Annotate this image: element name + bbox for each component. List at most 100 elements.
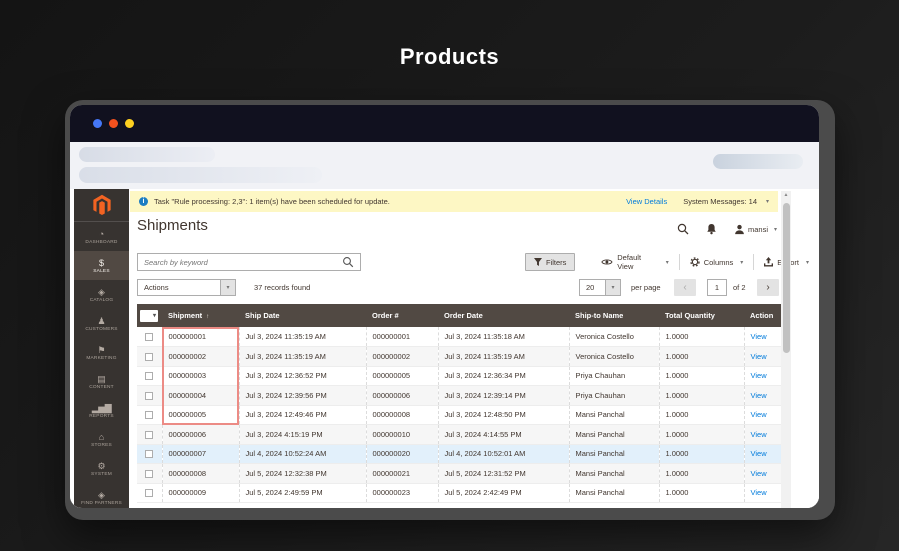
- column-header-shipment[interactable]: Shipment ↑: [162, 304, 239, 327]
- column-header-ship-date[interactable]: Ship Date: [239, 304, 366, 327]
- row-checkbox[interactable]: [145, 372, 154, 381]
- actions-dropdown[interactable]: Actions ▾: [137, 279, 236, 296]
- row-checkbox[interactable]: [145, 489, 154, 498]
- previous-page-button[interactable]: ‹: [674, 279, 696, 296]
- records-found: 37 records found: [254, 283, 311, 292]
- scroll-up-icon[interactable]: ▲: [781, 192, 791, 198]
- view-link[interactable]: View: [751, 488, 767, 497]
- magento-logo-icon[interactable]: [74, 189, 129, 222]
- cell-qty: 1.0000: [658, 424, 744, 445]
- cell-name: Veronica Costello: [568, 346, 659, 367]
- cell-name: Mansi Panchal: [568, 483, 659, 503]
- sort-ascending-icon: ↑: [206, 314, 210, 320]
- cell-ship_date: Jul 3, 2024 11:35:19 AM: [238, 346, 366, 367]
- sidebar-item-label: MARKETING: [86, 355, 117, 361]
- row-checkbox[interactable]: [145, 450, 154, 459]
- chevron-down-icon: ▾: [220, 280, 235, 295]
- page-title: Products: [399, 44, 500, 69]
- cell-shipment: 000000002: [161, 346, 239, 367]
- cell-order_date: Jul 5, 2024 12:31:52 PM: [437, 463, 569, 484]
- view-link[interactable]: View: [751, 332, 767, 341]
- sidebar-item-stores[interactable]: ⌂ STORES: [74, 425, 129, 454]
- cell-order_date: Jul 3, 2024 12:36:34 PM: [437, 366, 569, 386]
- tab-placeholder: [79, 147, 215, 162]
- table-row: 000000002 Jul 3, 2024 11:35:19 AM 00000000…: [137, 346, 782, 367]
- view-link[interactable]: View: [751, 352, 767, 361]
- table-row: 000000009 Jul 5, 2024 2:49:59 PM 000000023…: [137, 483, 782, 503]
- row-checkbox[interactable]: [145, 469, 154, 478]
- view-link[interactable]: View: [751, 449, 767, 458]
- content-icon: ▤: [97, 373, 106, 384]
- system-messages-count[interactable]: System Messages: 14: [683, 197, 757, 206]
- chevron-down-icon: ▾: [665, 259, 669, 266]
- account-menu[interactable]: mansi ▾: [734, 224, 777, 235]
- eye-icon: [601, 259, 613, 265]
- sidebar-item-find-partners[interactable]: ◈ FIND PARTNERS: [74, 483, 129, 508]
- page-number-input[interactable]: [707, 279, 727, 296]
- view-link[interactable]: View: [751, 371, 767, 380]
- row-checkbox[interactable]: [145, 411, 154, 420]
- select-all-dropdown[interactable]: ▾: [140, 309, 158, 322]
- view-details-link[interactable]: View Details: [626, 197, 667, 206]
- view-link[interactable]: View: [751, 410, 767, 419]
- actions-label: Actions: [144, 283, 169, 292]
- per-page-dropdown[interactable]: 20 ▾: [579, 279, 621, 296]
- vertical-scrollbar[interactable]: ▲: [781, 191, 791, 508]
- cell-ship_date: Jul 5, 2024 12:32:38 PM: [238, 463, 366, 484]
- sidebar-item-catalog[interactable]: ◈ CATALOG: [74, 280, 129, 309]
- cell-order: 000000020: [365, 444, 438, 464]
- cell-name: Priya Chauhan: [568, 366, 659, 386]
- cell-qty: 1.0000: [658, 444, 744, 464]
- column-header-ship-to-name[interactable]: Ship-to Name: [569, 304, 659, 327]
- cell-qty: 1.0000: [658, 366, 744, 386]
- sidebar-item-reports[interactable]: ▂▅▇ REPORTS: [74, 396, 129, 425]
- cell-order_date: Jul 5, 2024 2:42:49 PM: [437, 483, 569, 503]
- view-link[interactable]: View: [751, 391, 767, 400]
- scrollbar-thumb[interactable]: [782, 203, 790, 353]
- cell-order: 000000010: [365, 424, 438, 445]
- customers-icon: ♟: [97, 315, 106, 326]
- view-link[interactable]: View: [751, 469, 767, 478]
- sidebar-item-label: DASHBOARD: [85, 239, 118, 245]
- default-view-button[interactable]: Default View ▾: [591, 253, 678, 271]
- sidebar-item-content[interactable]: ▤ CONTENT: [74, 367, 129, 396]
- search-icon[interactable]: [342, 256, 354, 268]
- cell-shipment: 000000006: [161, 424, 239, 445]
- row-checkbox[interactable]: [145, 352, 154, 361]
- sidebar-item-dashboard[interactable]: ◔ DASHBOARD: [74, 222, 129, 251]
- stores-icon: ⌂: [98, 431, 105, 442]
- next-page-button[interactable]: ›: [757, 279, 779, 296]
- sidebar-item-system[interactable]: ⚙ SYSTEM: [74, 454, 129, 483]
- traffic-light-close-icon[interactable]: [93, 119, 102, 128]
- traffic-light-zoom-icon[interactable]: [125, 119, 134, 128]
- chevron-down-icon[interactable]: ▾: [766, 198, 769, 205]
- columns-button[interactable]: Columns ▾: [680, 255, 754, 269]
- sidebar-item-sales[interactable]: $ SALES: [74, 251, 129, 280]
- view-link[interactable]: View: [751, 430, 767, 439]
- cell-qty: 1.0000: [658, 405, 744, 425]
- cell-order: 000000008: [365, 405, 438, 425]
- notifications-bell-icon[interactable]: [706, 223, 717, 235]
- cell-name: Priya Chauhan: [568, 385, 659, 406]
- cell-qty: 1.0000: [658, 327, 744, 347]
- sidebar-item-label: STORES: [91, 442, 112, 448]
- sidebar-item-label: SALES: [93, 268, 110, 274]
- column-header-order[interactable]: Order #: [366, 304, 438, 327]
- sidebar-item-customers[interactable]: ♟ CUSTOMERS: [74, 309, 129, 338]
- search-input[interactable]: [144, 257, 342, 267]
- filters-button[interactable]: Filters: [525, 253, 576, 271]
- chevron-down-icon: ▾: [740, 259, 744, 266]
- row-checkbox[interactable]: [145, 391, 154, 400]
- search-icon[interactable]: [677, 223, 689, 235]
- sidebar-item-label: FIND PARTNERS: [81, 500, 122, 506]
- sidebar-item-marketing[interactable]: ⚑ MARKETING: [74, 338, 129, 367]
- row-checkbox[interactable]: [145, 430, 154, 439]
- column-header-order-date[interactable]: Order Date: [438, 304, 569, 327]
- default-view-label: Default View: [617, 253, 642, 271]
- column-header-total-quantity[interactable]: Total Quantity: [659, 304, 744, 327]
- row-checkbox[interactable]: [145, 333, 154, 341]
- cell-shipment: 000000008: [161, 463, 239, 484]
- cell-qty: 1.0000: [658, 483, 744, 503]
- cell-ship_date: Jul 3, 2024 11:35:19 AM: [238, 327, 366, 347]
- traffic-light-minimize-icon[interactable]: [109, 119, 118, 128]
